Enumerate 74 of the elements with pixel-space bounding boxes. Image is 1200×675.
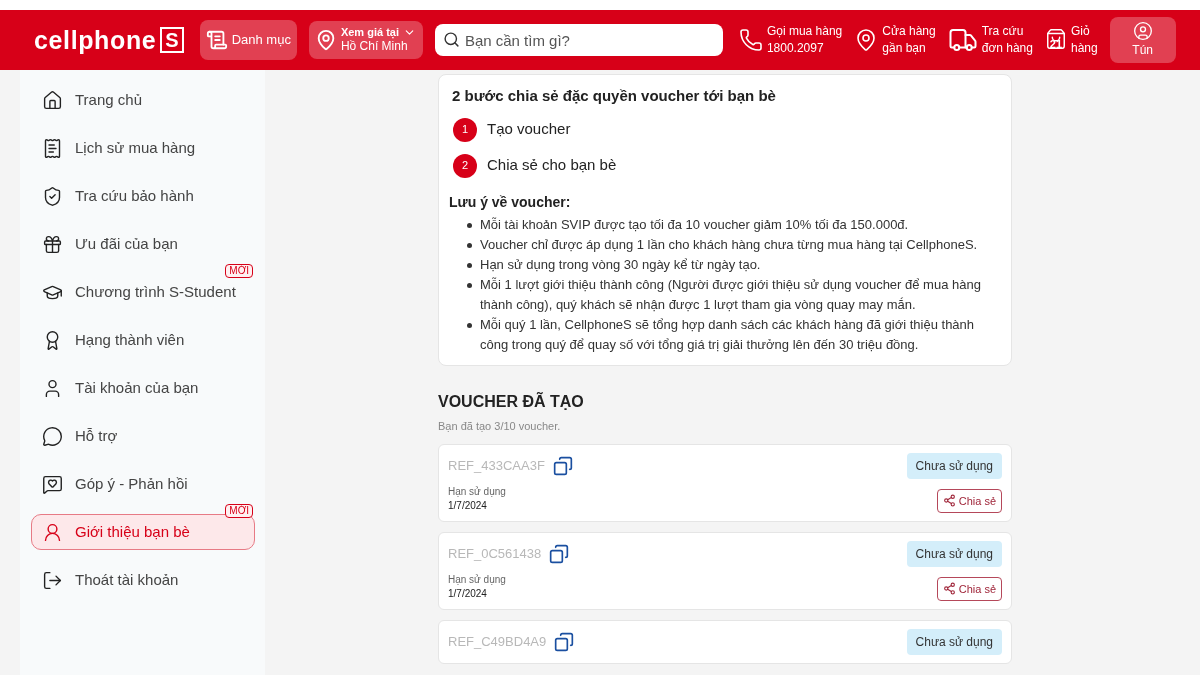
copy-icon[interactable] [552, 456, 573, 476]
sidebar-label: Hạng thành viên [75, 329, 185, 350]
expiry-label: Hạn sử dụng [448, 573, 506, 587]
chat-bubble-icon [42, 425, 63, 447]
header-action-link[interactable]: Cửa hàng gần bạn [852, 23, 938, 57]
note-text: Mỗi tài khoản SVIP được tạo tối đa 10 voucher giảm 10% tối đa 150.000đ. [480, 215, 909, 234]
voucher-code: REF_C49BD4A9 [448, 633, 547, 652]
sidebar-label: Tra cứu bảo hành [75, 185, 194, 206]
logout-icon [42, 569, 63, 591]
location-button[interactable]: Xem giá tại Hồ Chí Minh [308, 21, 423, 59]
sidebar-item[interactable]: Tài khoản của bạn [31, 370, 255, 406]
share-button[interactable]: Chia sẻ [936, 576, 1002, 601]
search-icon [442, 31, 460, 48]
expiry-label: Hạn sử dụng [448, 485, 506, 499]
sidebar-item[interactable]: Giới thiệu bạn bè [31, 514, 255, 550]
status-badge: Chưa sử dụng [906, 629, 1002, 655]
bag-icon: 21 [1044, 28, 1067, 52]
voucher-code: REF_0C561438 [448, 545, 542, 564]
sidebar-label: Góp ý - Phản hồi [75, 473, 188, 494]
status-badge: Chưa sử dụng [906, 453, 1002, 479]
step-number: 2 [453, 153, 477, 178]
sidebar-label: Giới thiệu bạn bè [75, 521, 190, 542]
new-badge: MỚI [225, 264, 253, 278]
note-text: Mỗi 1 lượt giới thiệu thành công (Người được giới thiệu sử dụng voucher để mua hàng thành công), quý khách sẽ nhận được 1 lượt tham gia vòng quay may mắn. [480, 275, 982, 314]
card-title: 2 bước chia sẻ đặc quyền voucher tới bạn bè [452, 86, 777, 106]
share-button[interactable]: Chia sẻ [936, 488, 1002, 513]
logo[interactable]: cellphone S [34, 27, 184, 53]
sidebar-label: Chương trình S-Student [75, 281, 236, 302]
step-number: 1 [453, 117, 477, 142]
share-icon [942, 582, 956, 596]
step-label: Tạo voucher [487, 119, 571, 140]
sidebar-item[interactable]: Tra cứu bảo hành [31, 178, 255, 214]
note-text: Hạn sử dụng trong vòng 30 ngày kể từ ngày tạo. [480, 255, 761, 274]
sidebar-item[interactable]: Thoát tài khoản [31, 562, 255, 598]
sidebar-item[interactable]: Ưu đãi của bạn [31, 226, 255, 262]
sidebar-item[interactable]: Hỗ trợ [31, 418, 255, 454]
sidebar-label: Thoát tài khoản [75, 569, 179, 590]
category-button[interactable]: Danh mục [199, 20, 297, 60]
phone-icon [738, 28, 763, 52]
section-subtitle: Bạn đã tạo 3/10 voucher. [438, 418, 561, 434]
heart-message-icon [42, 473, 63, 495]
new-badge: MỚI [225, 504, 253, 518]
header-action-link[interactable]: 21 Giỏ hàng [1042, 23, 1100, 57]
search-field[interactable]: Bạn cần tìm gì? [434, 24, 723, 56]
account-button[interactable]: Tún [1109, 17, 1176, 63]
shield-check-icon [42, 185, 63, 207]
expiry-date: 1/7/2024 [448, 499, 488, 513]
user-circle-icon [1132, 21, 1153, 41]
sidebar-item[interactable]: Trang chủ [31, 82, 255, 118]
sidebar-label: Hỗ trợ [75, 425, 118, 446]
step-label: Chia sẻ cho bạn bè [487, 155, 617, 176]
section-title: VOUCHER ĐÃ TẠO [438, 391, 584, 412]
header-action-link[interactable]: Tra cứu đơn hàng [945, 23, 1035, 57]
sidebar-item[interactable]: Góp ý - Phản hồi [31, 466, 255, 502]
share-icon [942, 494, 956, 508]
sidebar-item[interactable]: Lịch sử mua hàng [31, 130, 255, 166]
notes-title: Lưu ý về voucher: [449, 192, 572, 212]
gift-icon [42, 233, 63, 255]
sidebar-label: Ưu đãi của bạn [75, 233, 178, 254]
note-text: Voucher chỉ được áp dụng 1 lần cho khách hàng chưa từng mua hàng tại CellphoneS. [480, 235, 978, 254]
user-icon [42, 521, 63, 543]
sidebar-label: Trang chủ [75, 89, 142, 110]
receipt-icon [42, 137, 63, 159]
sidebar-label: Lịch sử mua hàng [75, 137, 196, 158]
voucher-code: REF_433CAA3F [448, 457, 545, 476]
sidebar-item[interactable]: Hạng thành viên [31, 322, 255, 358]
header-action-link[interactable]: Gọi mua hàng 1800.2097 [736, 23, 845, 57]
home-icon [42, 89, 63, 111]
copy-icon[interactable] [549, 544, 570, 564]
status-badge: Chưa sử dụng [906, 541, 1002, 567]
expiry-date: 1/7/2024 [448, 587, 488, 601]
note-text: Mỗi quý 1 lần, CellphoneS sẽ tổng hợp danh sách các khách hàng đã giới thiệu thành công trong quý để quay số với tổng giá trị giải thưởng lên đến 30 triệu đồng. [480, 315, 976, 354]
sidebar-label: Tài khoản của bạn [75, 377, 199, 398]
copy-icon[interactable] [554, 632, 575, 652]
